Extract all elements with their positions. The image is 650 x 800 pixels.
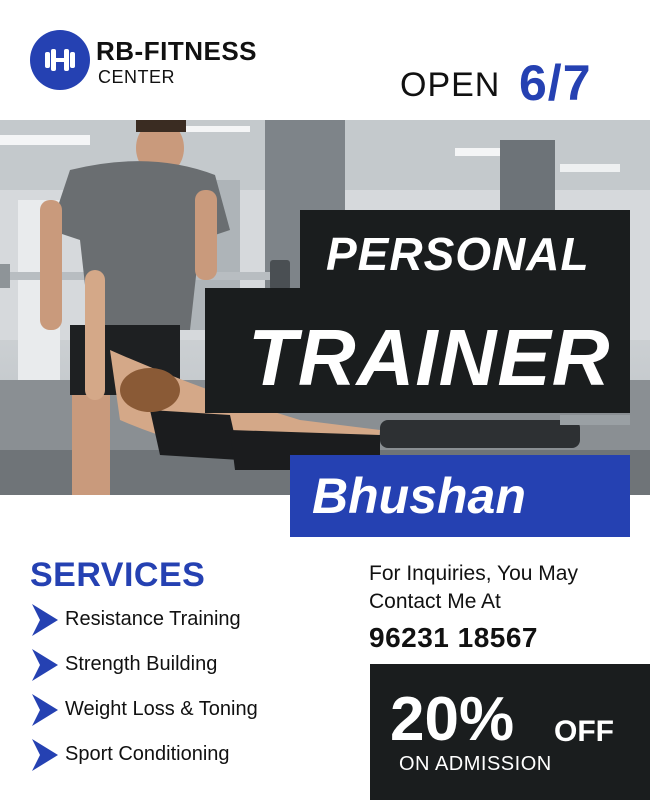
service-label: Strength Building: [65, 653, 218, 675]
brand-name: RB-FITNESS: [96, 36, 257, 66]
offer-percent: 20%: [390, 685, 515, 754]
open-days: 6/7: [519, 55, 592, 111]
chevron-right-icon: [32, 604, 58, 636]
brand-subtitle: CENTER: [98, 67, 176, 87]
services-heading: SERVICES: [30, 556, 206, 594]
service-label: Resistance Training: [65, 608, 241, 630]
offer-subtitle: ON ADMISSION: [399, 753, 552, 775]
brand-logo: [30, 30, 90, 90]
inquiry-text-line1: For Inquiries, You May: [369, 562, 578, 585]
service-label: Sport Conditioning: [65, 743, 230, 765]
chevron-right-icon: [32, 739, 58, 771]
service-label: Weight Loss & Toning: [65, 698, 258, 720]
chevron-right-icon: [32, 694, 58, 726]
hero-title-line1: PERSONAL: [326, 228, 590, 280]
offer-off-label: OFF: [554, 715, 614, 748]
phone-number[interactable]: 96231 18567: [369, 622, 538, 654]
trainer-name: Bhushan: [312, 468, 526, 524]
open-label: OPEN: [400, 66, 501, 104]
chevron-right-icon: [32, 649, 58, 681]
hero-title-line2: TRAINER: [248, 313, 611, 402]
inquiry-text-line2: Contact Me At: [369, 590, 501, 613]
dumbbell-icon: [45, 49, 75, 71]
